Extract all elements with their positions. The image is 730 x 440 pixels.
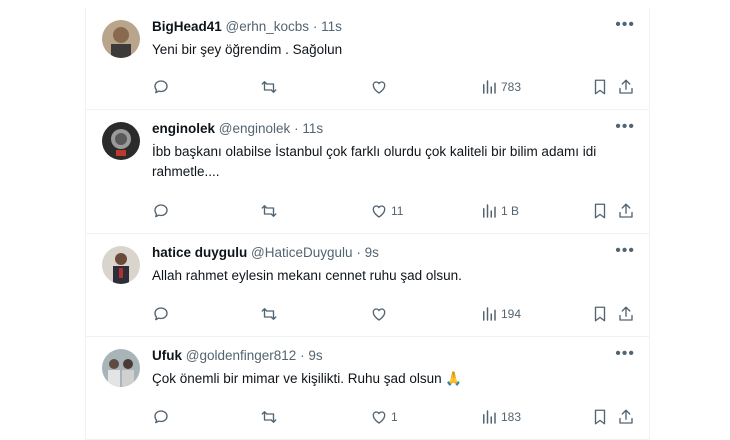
like-count: 11 xyxy=(391,204,404,218)
views-icon xyxy=(483,204,496,218)
share-icon xyxy=(619,203,633,218)
timestamp[interactable]: 11s xyxy=(321,19,342,34)
share-button[interactable] xyxy=(617,77,635,97)
tweet-header: Ufuk @goldenfinger812 · 9s xyxy=(152,347,633,365)
separator: · xyxy=(312,19,318,34)
avatar[interactable] xyxy=(102,20,140,58)
tweet-header: hatice duygulu @HaticeDuygulu · 9s xyxy=(152,244,633,262)
view-count: 183 xyxy=(501,410,522,424)
tweet-actions: 783 xyxy=(152,77,635,97)
tweet-header: enginolek @enginolek · 11s xyxy=(152,120,633,138)
tweet-header: BigHead41 @erhn_kocbs · 11s xyxy=(152,18,633,36)
share-button[interactable] xyxy=(617,304,635,324)
reply-icon xyxy=(154,410,168,424)
reply-icon xyxy=(154,80,168,94)
reply-icon xyxy=(154,204,168,218)
reply-button[interactable] xyxy=(152,77,170,97)
like-icon xyxy=(372,81,386,94)
more-icon[interactable]: ••• xyxy=(615,243,635,259)
like-button[interactable] xyxy=(370,77,391,97)
views-icon xyxy=(483,80,496,94)
retweet-icon xyxy=(261,205,277,217)
views-button[interactable]: 1 B xyxy=(480,201,519,221)
tweet-text: Yeni bir şey öğrendim . Sağolun xyxy=(152,42,343,57)
separator: · xyxy=(294,121,299,136)
reply-button[interactable] xyxy=(152,407,170,427)
handle[interactable]: @HaticeDuygulu xyxy=(251,245,353,260)
share-button[interactable] xyxy=(617,201,635,221)
view-count: 783 xyxy=(501,80,522,94)
retweet-icon xyxy=(261,81,277,93)
separator: · xyxy=(300,348,305,363)
display-name[interactable]: hatice duygulu xyxy=(152,245,247,260)
more-icon[interactable]: ••• xyxy=(615,346,635,362)
view-count: 194 xyxy=(501,307,522,321)
share-button[interactable] xyxy=(617,407,635,427)
avatar[interactable] xyxy=(102,349,140,387)
retweet-icon xyxy=(261,411,277,423)
avatar[interactable] xyxy=(102,122,140,160)
share-icon xyxy=(619,409,633,424)
retweet-button[interactable] xyxy=(260,304,278,324)
like-icon xyxy=(372,411,386,424)
bookmark-button[interactable] xyxy=(591,77,609,97)
bookmark-button[interactable] xyxy=(591,407,609,427)
tweet-actions: 11 1 B xyxy=(152,201,635,221)
like-button[interactable] xyxy=(370,304,391,324)
views-button[interactable]: 194 xyxy=(480,304,521,324)
bookmark-icon xyxy=(594,203,606,219)
view-count: 1 B xyxy=(501,204,520,218)
display-name[interactable]: BigHead41 xyxy=(152,19,222,34)
handle[interactable]: @goldenfinger812 xyxy=(186,348,297,363)
display-name[interactable]: Ufuk xyxy=(152,348,182,363)
bookmark-button[interactable] xyxy=(591,304,609,324)
reply-button[interactable] xyxy=(152,201,170,221)
reply-button[interactable] xyxy=(152,304,170,324)
views-button[interactable]: 183 xyxy=(480,407,521,427)
tweet[interactable]: hatice duygulu @HaticeDuygulu · 9s Allah… xyxy=(86,234,649,337)
retweet-icon xyxy=(261,308,277,320)
views-icon xyxy=(483,307,496,321)
bookmark-button[interactable] xyxy=(591,201,609,221)
bookmark-icon xyxy=(594,409,606,425)
tweet-text: Allah rahmet eylesin mekanı cennet ruhu … xyxy=(152,268,462,283)
like-icon xyxy=(372,308,386,321)
tweet[interactable]: BigHead41 @erhn_kocbs · 11s Yeni bir şey… xyxy=(86,8,649,110)
separator: · xyxy=(356,245,361,260)
views-icon xyxy=(483,410,496,424)
share-icon xyxy=(619,306,633,321)
display-name[interactable]: enginolek xyxy=(152,121,215,136)
tweet-actions: 194 xyxy=(152,304,635,324)
timestamp[interactable]: 9s xyxy=(365,245,379,260)
retweet-button[interactable] xyxy=(260,407,278,427)
more-icon[interactable]: ••• xyxy=(615,119,635,135)
bookmark-icon xyxy=(594,79,606,95)
handle[interactable]: @enginolek xyxy=(219,121,291,136)
reply-icon xyxy=(154,307,168,321)
avatar[interactable] xyxy=(102,246,140,284)
bookmark-icon xyxy=(594,306,606,322)
tweet[interactable]: Ufuk @goldenfinger812 · 9s Çok önemli bi… xyxy=(86,337,649,440)
retweet-button[interactable] xyxy=(260,201,278,221)
tweet-text: Çok önemli bir mimar ve kişilikti. Ruhu … xyxy=(152,371,463,386)
tweet-text: İbb başkanı olabilse İstanbul çok farklı… xyxy=(152,144,597,179)
like-count: 1 xyxy=(391,410,398,424)
tweet-actions: 1 183 xyxy=(152,407,635,427)
tweet-feed: BigHead41 @erhn_kocbs · 11s Yeni bir şey… xyxy=(85,8,650,440)
timestamp[interactable]: 11s xyxy=(302,121,323,136)
share-icon xyxy=(619,79,633,94)
handle[interactable]: @erhn_kocbs xyxy=(226,19,310,34)
like-button[interactable]: 11 xyxy=(370,201,403,221)
like-icon xyxy=(372,205,386,218)
timestamp[interactable]: 9s xyxy=(308,348,322,363)
views-button[interactable]: 783 xyxy=(480,77,521,97)
like-button[interactable]: 1 xyxy=(370,407,398,427)
tweet[interactable]: enginolek @enginolek · 11s İbb başkanı o… xyxy=(86,110,649,234)
more-icon[interactable]: ••• xyxy=(615,17,635,33)
retweet-button[interactable] xyxy=(260,77,278,97)
